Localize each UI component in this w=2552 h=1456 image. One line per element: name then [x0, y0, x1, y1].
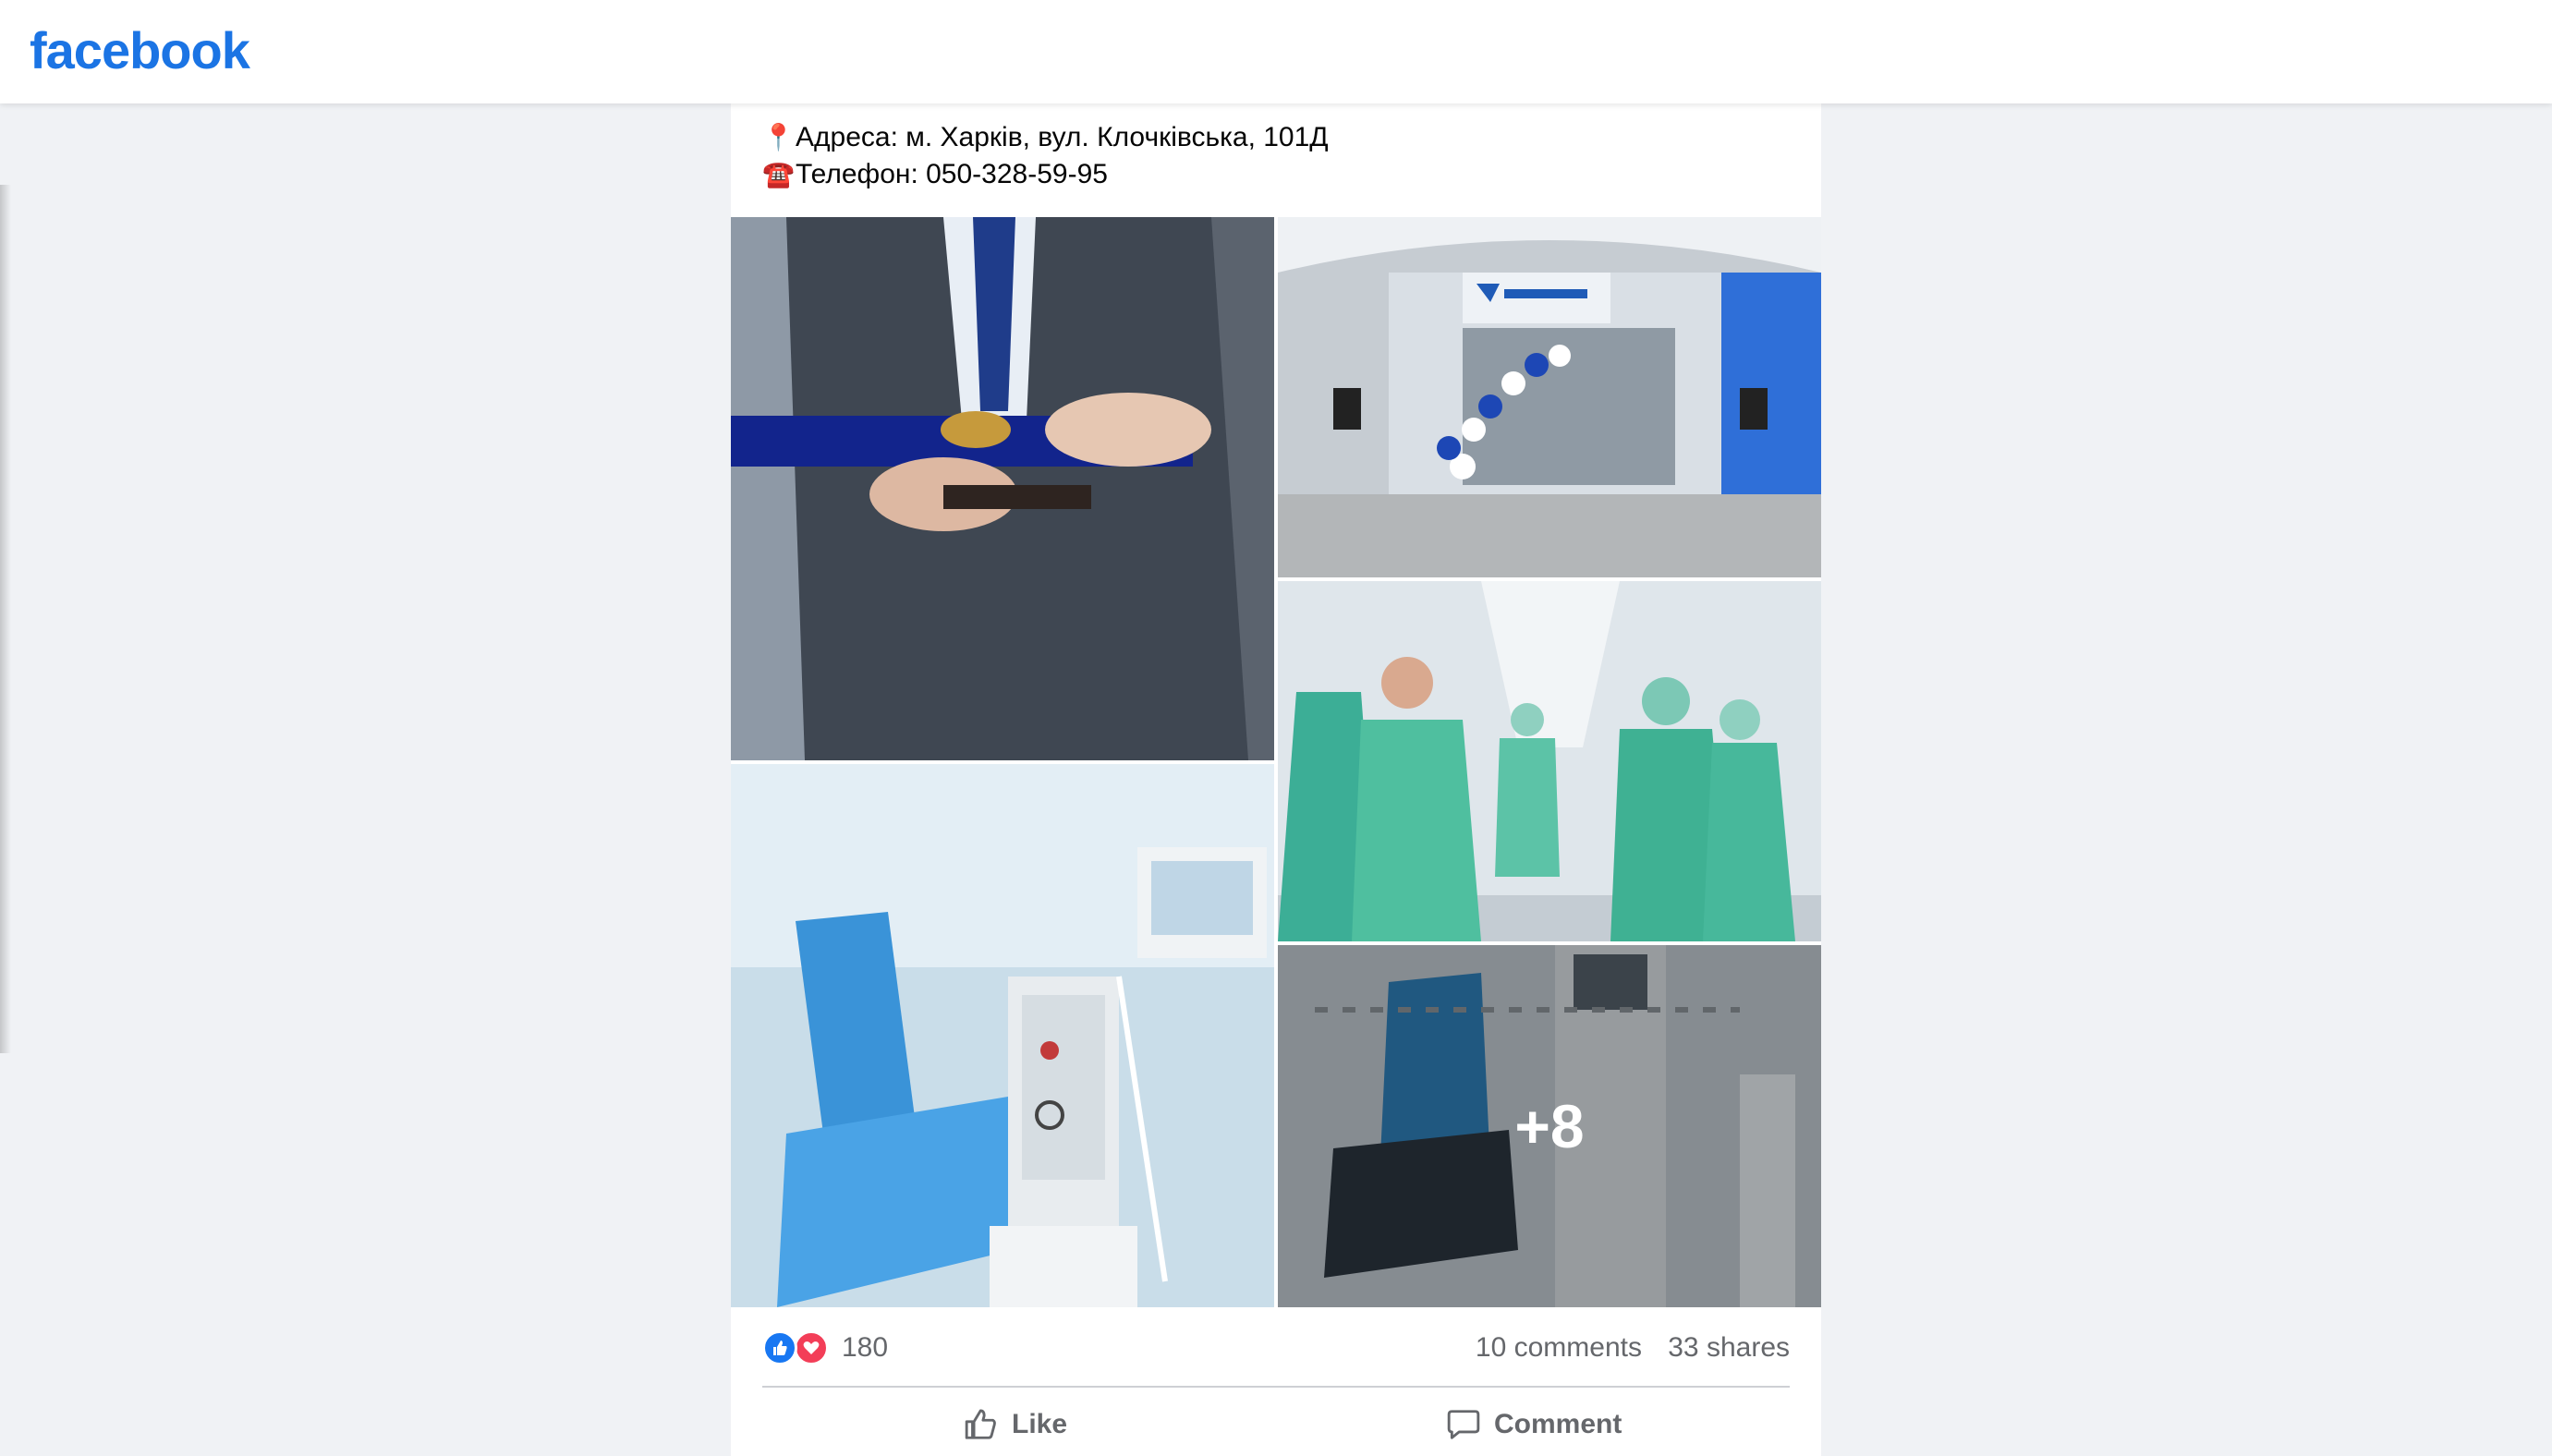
post-text-phone: ☎️Телефон: 050-328-59-95 [762, 159, 1108, 190]
phone-text: Телефон: 050-328-59-95 [796, 159, 1108, 189]
photo-hospital-corridor[interactable] [1278, 581, 1821, 941]
comment-button-label: Comment [1494, 1409, 1622, 1439]
pin-icon: 📍 [762, 123, 795, 152]
photo-clinic-entrance[interactable] [1278, 217, 1821, 577]
dialysis-chair-image [731, 764, 1274, 1307]
like-button-label: Like [1012, 1409, 1068, 1439]
stats-divider [762, 1386, 1790, 1388]
photo-dialysis-chair[interactable] [731, 764, 1274, 1307]
more-photos-count: +8 [1514, 1092, 1585, 1160]
reaction-count[interactable]: 180 [842, 1332, 888, 1364]
comment-icon [1447, 1410, 1480, 1439]
reaction-icons[interactable] [762, 1330, 836, 1367]
like-button[interactable]: Like [964, 1401, 1067, 1449]
love-reaction-icon [794, 1330, 829, 1365]
thumbs-up-icon [965, 1409, 996, 1439]
top-navigation-bar: facebook [0, 0, 2552, 103]
post-card: 📍Адреса: м. Харків, вул. Клочківська, 10… [731, 0, 1821, 1456]
shares-count-link[interactable]: 33 shares [1668, 1332, 1790, 1364]
hospital-corridor-image [1278, 581, 1821, 941]
comments-count-link[interactable]: 10 comments [1476, 1332, 1642, 1364]
photo-more[interactable]: +8 [1278, 945, 1821, 1307]
more-photos-overlay[interactable]: +8 [1278, 945, 1821, 1307]
post-stats-row: 180 10 comments 33 shares [762, 1329, 1790, 1369]
like-reaction-icon [762, 1330, 797, 1365]
comment-button[interactable]: Comment [1446, 1401, 1622, 1449]
ribbon-cutting-image [731, 217, 1274, 760]
address-text: Адреса: м. Харків, вул. Клочківська, 101… [796, 122, 1329, 152]
post-text-address: 📍Адреса: м. Харків, вул. Клочківська, 10… [762, 122, 1329, 153]
telephone-icon: ☎️ [762, 160, 795, 188]
photo-ribbon-cutting[interactable] [731, 217, 1274, 760]
left-panel-shadow [0, 185, 11, 1053]
clinic-entrance-image [1278, 217, 1821, 577]
facebook-logo[interactable]: facebook [30, 20, 250, 80]
